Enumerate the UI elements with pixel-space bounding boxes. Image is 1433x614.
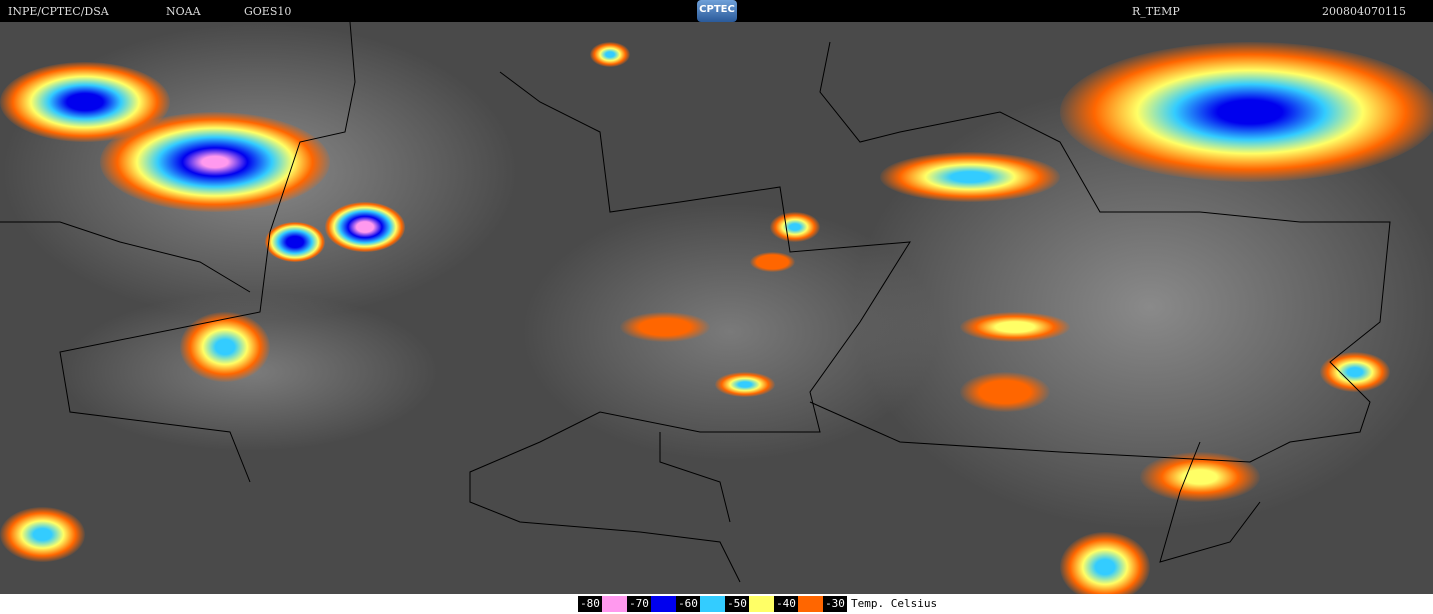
country-borders <box>0 22 1391 583</box>
legend-swatch-cyan <box>700 596 725 612</box>
legend-swatch-yellow <box>749 596 774 612</box>
legend-label: -30 <box>823 596 847 612</box>
legend-label: -40 <box>774 596 798 612</box>
timestamp-label: 200804070115 <box>1322 5 1406 18</box>
legend-title: Temp. Celsius <box>851 597 938 610</box>
legend-swatch-orange <box>798 596 823 612</box>
legend-label: -50 <box>725 596 749 612</box>
legend-label: -60 <box>676 596 700 612</box>
legend-swatch-pink <box>602 596 627 612</box>
legend-label: -70 <box>627 596 651 612</box>
legend-label: -80 <box>578 596 602 612</box>
satellite-image <box>0 22 1433 594</box>
agency-label: NOAA <box>166 5 201 18</box>
legend-swatch-blue <box>651 596 676 612</box>
source-label: INPE/CPTEC/DSA <box>8 5 109 18</box>
satellite-label: GOES10 <box>244 5 292 18</box>
temperature-legend: -80 -70 -60 -50 -40 -30 Temp. Celsius <box>578 596 937 612</box>
header-bar: INPE/CPTEC/DSA NOAA GOES10 CPTEC R_TEMP … <box>0 0 1433 22</box>
product-label: R_TEMP <box>1132 5 1180 18</box>
cptec-logo: CPTEC <box>697 0 737 22</box>
